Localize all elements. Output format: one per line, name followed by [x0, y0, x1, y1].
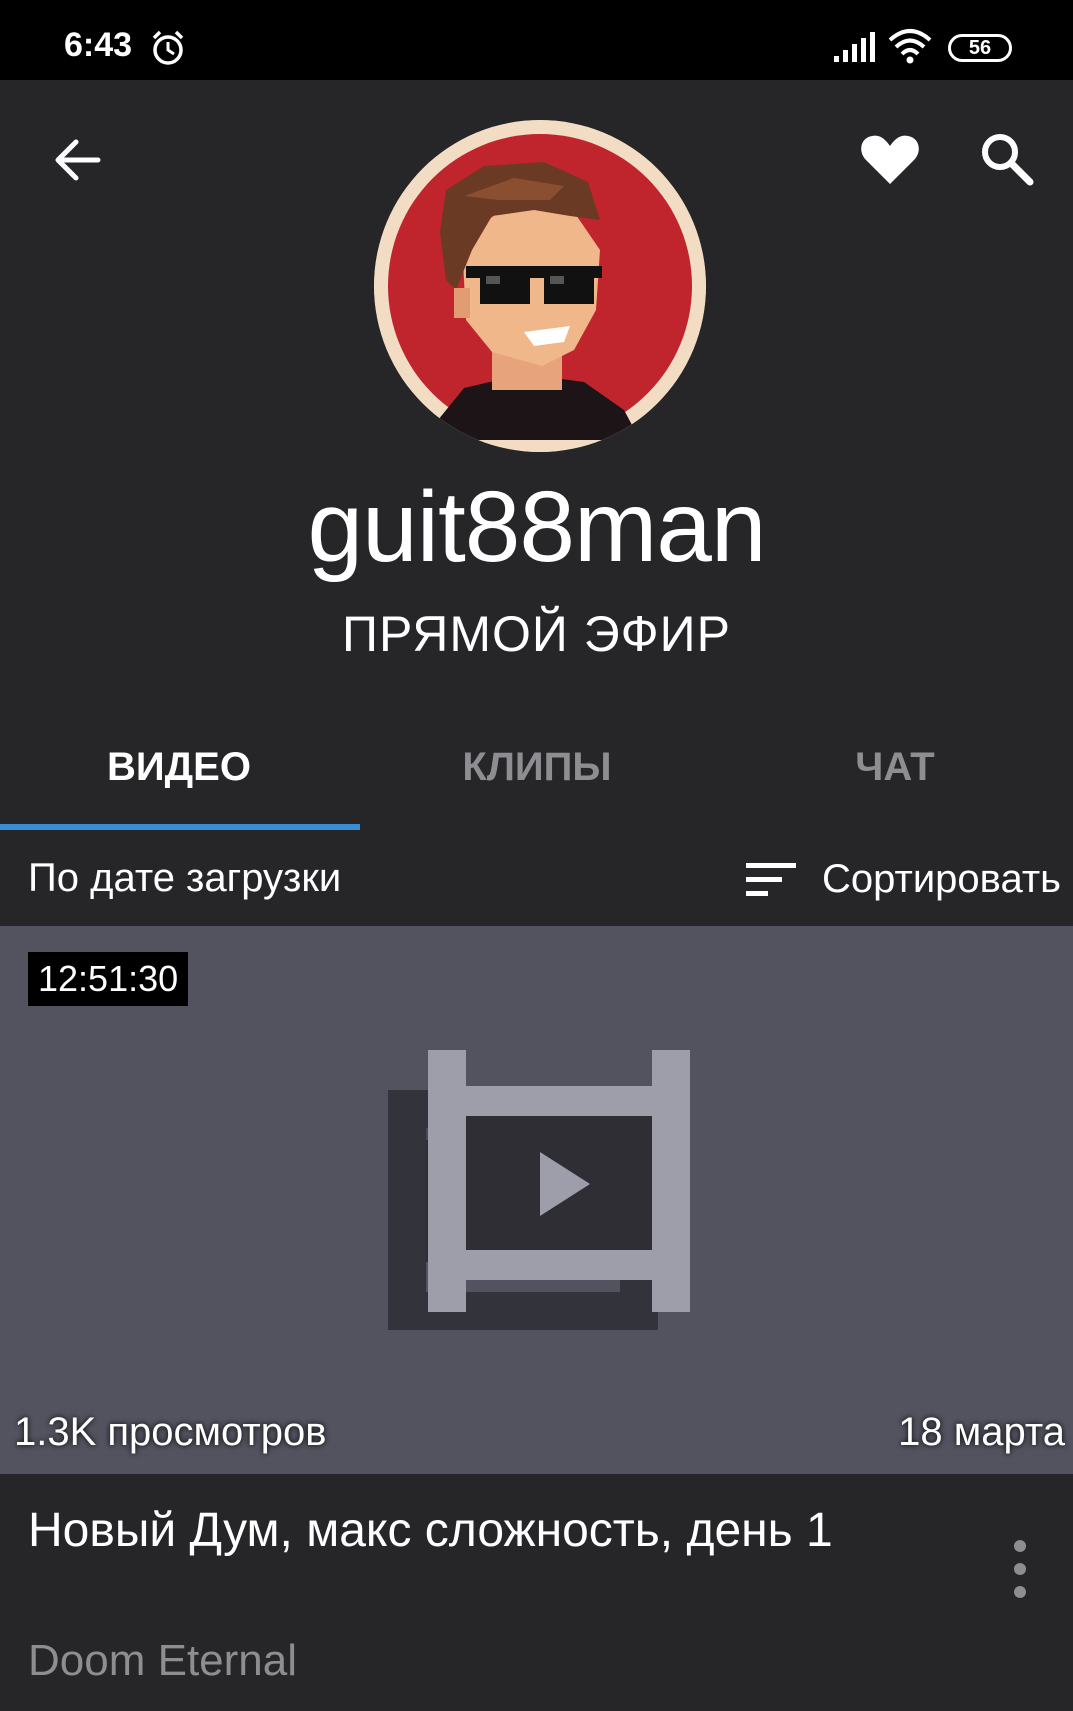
video-date: 18 марта — [898, 1410, 1065, 1454]
search-icon[interactable] — [974, 126, 1038, 190]
video-thumbnail[interactable]: 12:51:30 1.3K просмотров 18 марта — [0, 926, 1073, 1474]
tab-clips[interactable]: КЛИПЫ — [358, 728, 716, 832]
status-bar: 6:43 56 — [0, 0, 1073, 80]
avatar — [374, 120, 706, 452]
back-arrow-icon[interactable] — [48, 130, 108, 190]
tab-bar: ВИДЕО КЛИПЫ ЧАТ — [0, 728, 1073, 832]
video-placeholder-icon — [388, 1050, 690, 1330]
video-title[interactable]: Новый Дум, макс сложность, день 1 — [28, 1500, 928, 1562]
sort-button[interactable]: Сортировать — [746, 852, 1061, 906]
tab-videos[interactable]: ВИДЕО — [0, 728, 358, 832]
heart-icon[interactable] — [858, 126, 922, 190]
channel-name: guit88man — [307, 471, 767, 583]
signal-icon — [834, 32, 875, 62]
battery-indicator: 56 — [948, 34, 1012, 62]
active-tab-indicator — [0, 824, 360, 830]
wifi-icon — [888, 29, 932, 64]
video-views: 1.3K просмотров — [14, 1410, 327, 1454]
sort-button-label: Сортировать — [822, 856, 1061, 901]
avatar-pixel-art — [374, 120, 706, 452]
video-info: Новый Дум, макс сложность, день 1 Doom E… — [0, 1474, 1073, 1711]
tab-chat[interactable]: ЧАТ — [716, 728, 1073, 832]
status-time: 6:43 — [64, 26, 133, 64]
live-status-label: ПРЯМОЙ ЭФИР — [342, 606, 731, 662]
video-duration-badge: 12:51:30 — [28, 952, 189, 1006]
sort-bar: По дате загрузки Сортировать — [0, 832, 1073, 924]
video-game-name[interactable]: Doom Eternal — [28, 1636, 297, 1686]
sort-icon — [746, 863, 797, 896]
alarm-icon — [152, 30, 184, 65]
current-sort-label: По дате загрузки — [28, 856, 342, 900]
more-options-icon[interactable] — [1000, 1534, 1040, 1604]
